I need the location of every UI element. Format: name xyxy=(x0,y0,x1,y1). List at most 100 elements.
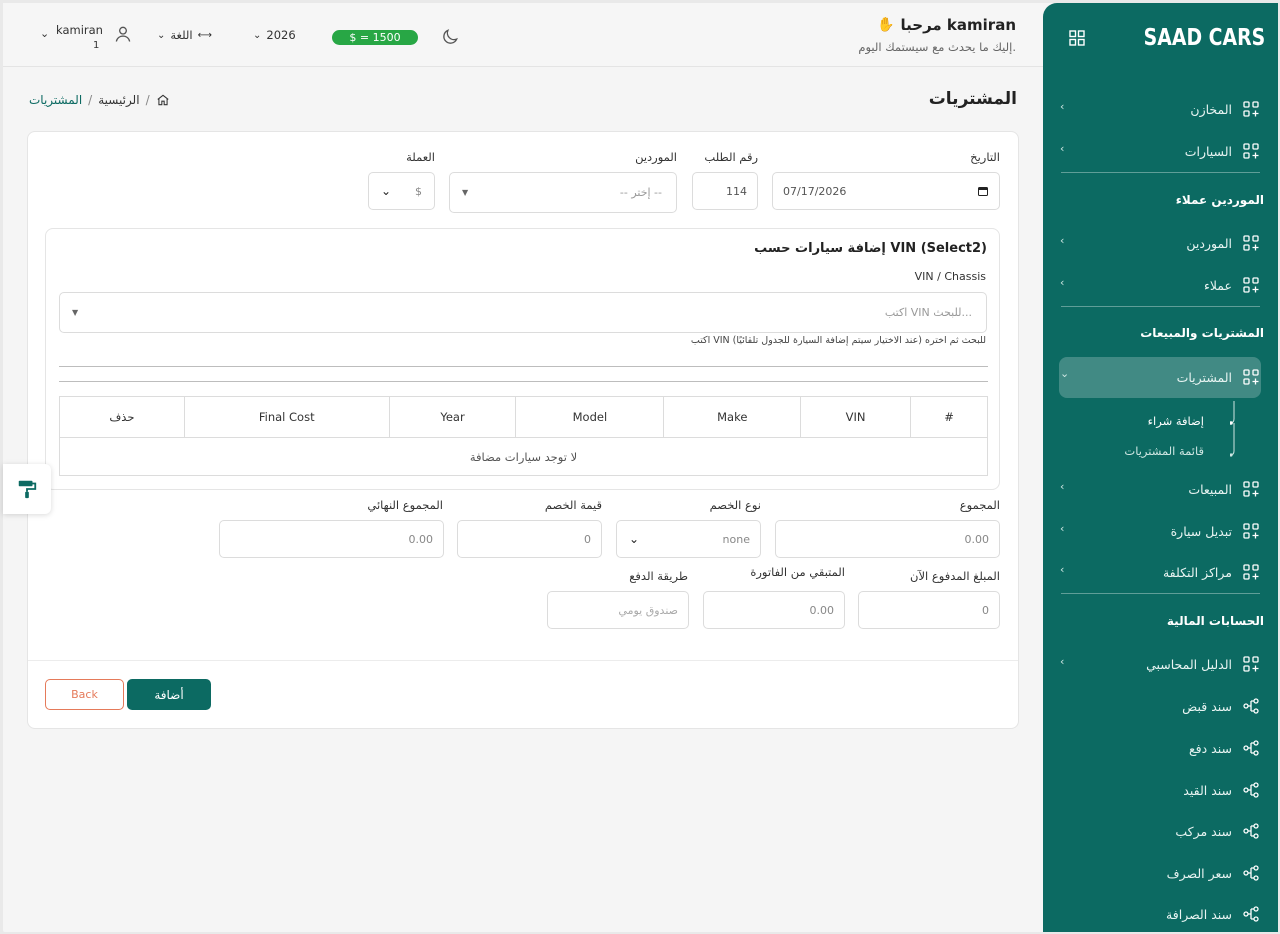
divider xyxy=(59,366,988,367)
network-icon xyxy=(1243,782,1259,798)
column-header-year: Year xyxy=(388,396,517,438)
sidebar-item-customers[interactable]: عملاء ‹ xyxy=(1060,273,1260,297)
paid-now-label: المبلغ المدفوع الآن xyxy=(910,569,1000,583)
vin-section-card: إضافة سيارات حسب VIN (Select2) VIN / Cha… xyxy=(45,228,1000,490)
back-button[interactable]: Back xyxy=(45,679,124,710)
apps-icon xyxy=(1243,369,1259,385)
dark-mode-icon[interactable] xyxy=(440,27,460,47)
sidebar-item-cars[interactable]: السيارات ‹ xyxy=(1060,139,1260,163)
year-dropdown[interactable]: ⌄ 2026 xyxy=(253,28,296,42)
column-header-delete: حذف xyxy=(59,396,185,438)
discount-value-label: قيمة الخصم xyxy=(544,498,602,512)
page-title: المشتريات xyxy=(928,89,1017,109)
add-button[interactable]: أضافة xyxy=(127,679,211,710)
apps-icon xyxy=(1243,481,1259,497)
sidebar-item-label: تبديل سيارة xyxy=(1170,523,1232,539)
sidebar-subitem-add-purchase[interactable]: إضافة شراء xyxy=(1148,414,1204,428)
welcome-text: مرحبا kamiran xyxy=(900,16,1016,34)
chevron-left-icon: ‹ xyxy=(1060,234,1065,247)
grid-menu-icon[interactable] xyxy=(1069,30,1085,46)
column-header-make: Make xyxy=(663,396,802,438)
sidebar-item-receipt-voucher[interactable]: سند قبض xyxy=(1060,694,1260,718)
welcome-subtitle: إليك ما يحدث مع سيستمك اليوم. xyxy=(858,40,1016,54)
sidebar-item-purchases[interactable]: المشتريات ⌄ xyxy=(1060,365,1260,389)
vin-help-text: اكتب VIN للبحث ثم اختره (عند الاختيار سي… xyxy=(690,335,986,346)
discount-value-input[interactable]: 0 xyxy=(457,520,602,558)
chevron-down-icon[interactable]: ⌄ xyxy=(40,27,49,40)
sidebar-item-journal-voucher[interactable]: سند القيد xyxy=(1060,778,1260,802)
payment-method-label: طريقة الدفع xyxy=(629,569,688,583)
discount-type-select[interactable]: ⌄ none xyxy=(616,520,761,558)
chevron-left-icon: ‹ xyxy=(1060,563,1065,576)
theme-customizer-button[interactable] xyxy=(3,464,51,514)
apps-icon xyxy=(1243,235,1259,251)
sidebar-item-cost-centers[interactable]: مراكز التكلفة ‹ xyxy=(1060,560,1260,584)
translate-icon: ⟷ xyxy=(197,29,212,41)
total-input: 0.00 xyxy=(775,520,1000,558)
breadcrumb-current: المشتريات xyxy=(29,93,83,107)
sidebar-item-exchange-rate[interactable]: سعر الصرف xyxy=(1060,861,1260,885)
discount-type-label: نوع الخصم xyxy=(709,498,761,512)
supplier-label: الموردين xyxy=(635,150,677,164)
discount-value: 0 xyxy=(584,532,591,546)
sidebar-item-sales[interactable]: المبيعات ‹ xyxy=(1060,477,1260,501)
sidebar-item-warehouses[interactable]: المخازن ‹ xyxy=(1060,97,1260,121)
vin-search-select[interactable]: ▼ اكتب VIN للبحث... xyxy=(59,292,987,333)
sidebar-item-payment-voucher[interactable]: سند دفع xyxy=(1060,736,1260,760)
chevron-left-icon: ‹ xyxy=(1060,480,1065,493)
column-header-vin: VIN xyxy=(800,396,912,438)
sidebar-subitem-purchases-list[interactable]: قائمة المشتريات xyxy=(1124,444,1204,458)
sidebar-item-car-swap[interactable]: تبديل سيارة ‹ xyxy=(1060,519,1260,543)
year-value: 2026 xyxy=(266,28,296,42)
user-icon[interactable] xyxy=(113,24,133,44)
discount-type-value: none xyxy=(722,532,750,546)
tree-connector xyxy=(1230,401,1235,457)
date-input[interactable]: 07/17/2026 xyxy=(772,172,1000,210)
divider xyxy=(59,381,988,382)
sidebar-item-suppliers[interactable]: الموردين ‹ xyxy=(1060,231,1260,255)
currency-value: $ xyxy=(415,184,422,198)
date-label: التاريخ xyxy=(970,150,1000,164)
chevron-down-icon: ⌄ xyxy=(253,29,262,41)
grand-total-input: 0.00 xyxy=(219,520,444,558)
currency-select[interactable]: ⌄ $ xyxy=(368,172,435,210)
apps-icon xyxy=(1243,564,1259,580)
user-name[interactable]: kamiran xyxy=(56,23,103,37)
language-dropdown[interactable]: ⌄ اللغة ⟷ xyxy=(157,28,212,42)
payment-method-input[interactable]: صندوق يومي xyxy=(547,591,689,629)
chevron-left-icon: ‹ xyxy=(1060,142,1065,155)
network-icon xyxy=(1243,906,1259,922)
sidebar-item-label: سند قبض xyxy=(1182,698,1232,714)
sidebar-section-suppliers: الموردين عملاء xyxy=(1175,193,1264,207)
supplier-select[interactable]: ▼ -- إختر -- xyxy=(449,172,677,213)
table-row: لا توجد سيارات مضافة xyxy=(59,437,988,476)
sidebar-item-label: سند الصرافة xyxy=(1166,906,1232,922)
empty-table-message: لا توجد سيارات مضافة xyxy=(59,437,988,476)
sidebar-item-compound-voucher[interactable]: سند مركب xyxy=(1060,819,1260,843)
home-icon[interactable] xyxy=(156,93,170,107)
sidebar-item-label: الدليل المحاسبي xyxy=(1146,656,1232,672)
caret-down-icon: ▼ xyxy=(462,188,469,197)
breadcrumb-home[interactable]: الرئيسية xyxy=(98,93,139,107)
order-number-input[interactable]: 114 xyxy=(692,172,758,210)
order-number-value: 114 xyxy=(726,184,747,198)
paid-now-input[interactable]: 0 xyxy=(858,591,1000,629)
sidebar: SAAD CARS المخازن ‹ السيارات ‹ الموردين … xyxy=(1043,3,1278,932)
column-header-index: # xyxy=(910,396,988,438)
column-header-final-cost: Final Cost xyxy=(183,396,390,438)
wave-icon: ✋ xyxy=(877,17,895,33)
sidebar-item-label: سعر الصرف xyxy=(1166,865,1232,881)
sidebar-item-chart-of-accounts[interactable]: الدليل المحاسبي ‹ xyxy=(1060,652,1260,676)
sidebar-item-exchange-voucher[interactable]: سند الصرافة xyxy=(1060,902,1260,926)
chevron-left-icon: ‹ xyxy=(1060,655,1065,668)
payment-method-placeholder: صندوق يومي xyxy=(618,603,678,617)
chevron-down-icon: ⌄ xyxy=(157,29,166,41)
paint-roller-icon xyxy=(18,480,37,499)
sidebar-item-label: المخازن xyxy=(1190,101,1232,117)
sidebar-item-label: المبيعات xyxy=(1188,481,1232,497)
sidebar-section-trade: المشتريات والمبيعات xyxy=(1140,326,1264,340)
sidebar-item-label: السيارات xyxy=(1184,143,1232,159)
language-label: اللغة xyxy=(170,28,193,42)
calendar-icon[interactable] xyxy=(977,185,989,197)
total-value: 0.00 xyxy=(964,532,990,546)
